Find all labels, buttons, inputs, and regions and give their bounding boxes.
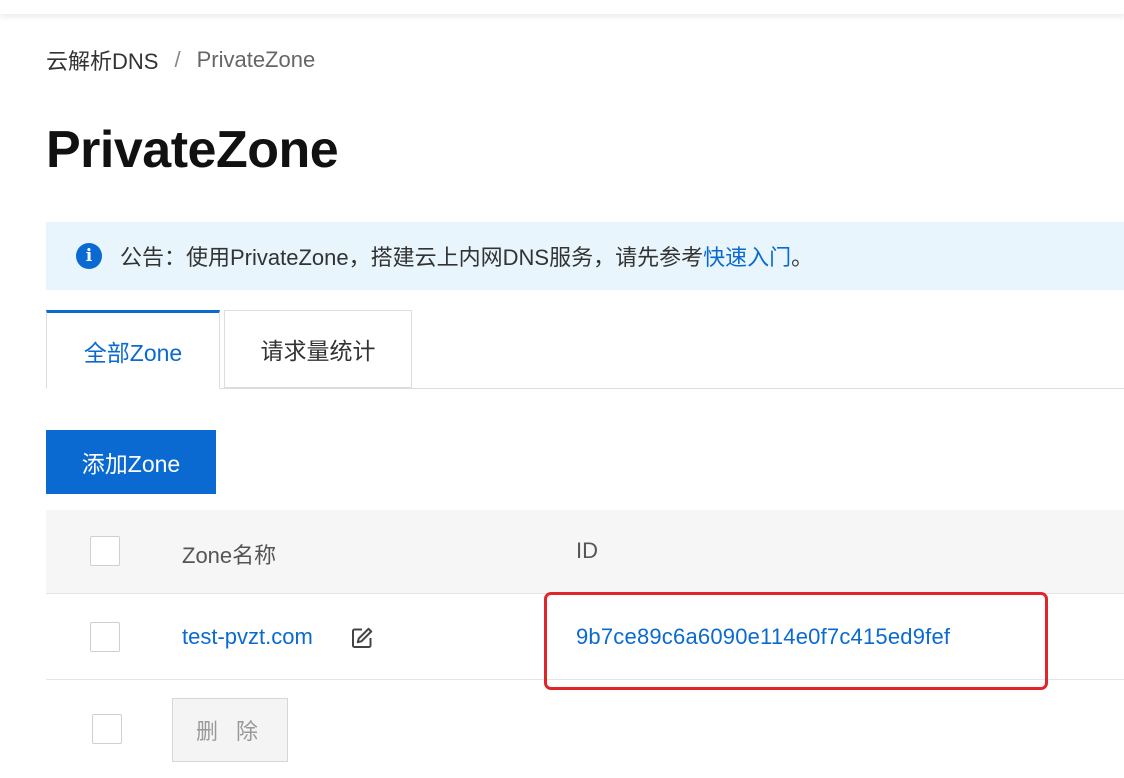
bulk-select-checkbox[interactable]	[92, 714, 122, 744]
select-all-checkbox[interactable]	[90, 536, 120, 566]
notice-text: 公告：使用PrivateZone，搭建云上内网DNS服务，请先参考	[120, 245, 704, 270]
tab-request-stats[interactable]: 请求量统计	[224, 310, 412, 388]
breadcrumb-root[interactable]: 云解析DNS	[46, 44, 158, 76]
notice-suffix: 。	[791, 245, 814, 270]
tab-all-zones[interactable]: 全部Zone	[46, 310, 220, 389]
row-checkbox[interactable]	[90, 622, 120, 652]
breadcrumb-separator: /	[174, 47, 181, 72]
breadcrumb-current: PrivateZone	[196, 47, 316, 72]
info-icon: i	[76, 243, 102, 269]
table-header: Zone名称 ID	[46, 510, 1124, 594]
edit-icon[interactable]	[350, 626, 374, 650]
top-bar	[0, 0, 1124, 14]
delete-button[interactable]: 删 除	[172, 698, 288, 762]
zone-name-link[interactable]: test-pvzt.com	[182, 624, 313, 650]
notice-banner: i 公告：使用PrivateZone，搭建云上内网DNS服务，请先参考 快速入门。	[46, 222, 1124, 290]
column-header-id: ID	[576, 538, 598, 563]
zone-id-link[interactable]: 9b7ce89c6a6090e114e0f7c415ed9fef	[576, 624, 950, 650]
tab-bar: 全部Zone 请求量统计	[46, 310, 1124, 390]
table-row: test-pvzt.com 9b7ce89c6a6090e114e0f7c415…	[46, 594, 1124, 680]
quick-start-link[interactable]: 快速入门	[703, 240, 791, 272]
add-zone-button[interactable]: 添加Zone	[46, 430, 216, 494]
breadcrumb: 云解析DNS / PrivateZone	[46, 46, 315, 74]
column-header-zone-name: Zone名称	[182, 543, 277, 568]
page-title: PrivateZone	[46, 121, 339, 179]
